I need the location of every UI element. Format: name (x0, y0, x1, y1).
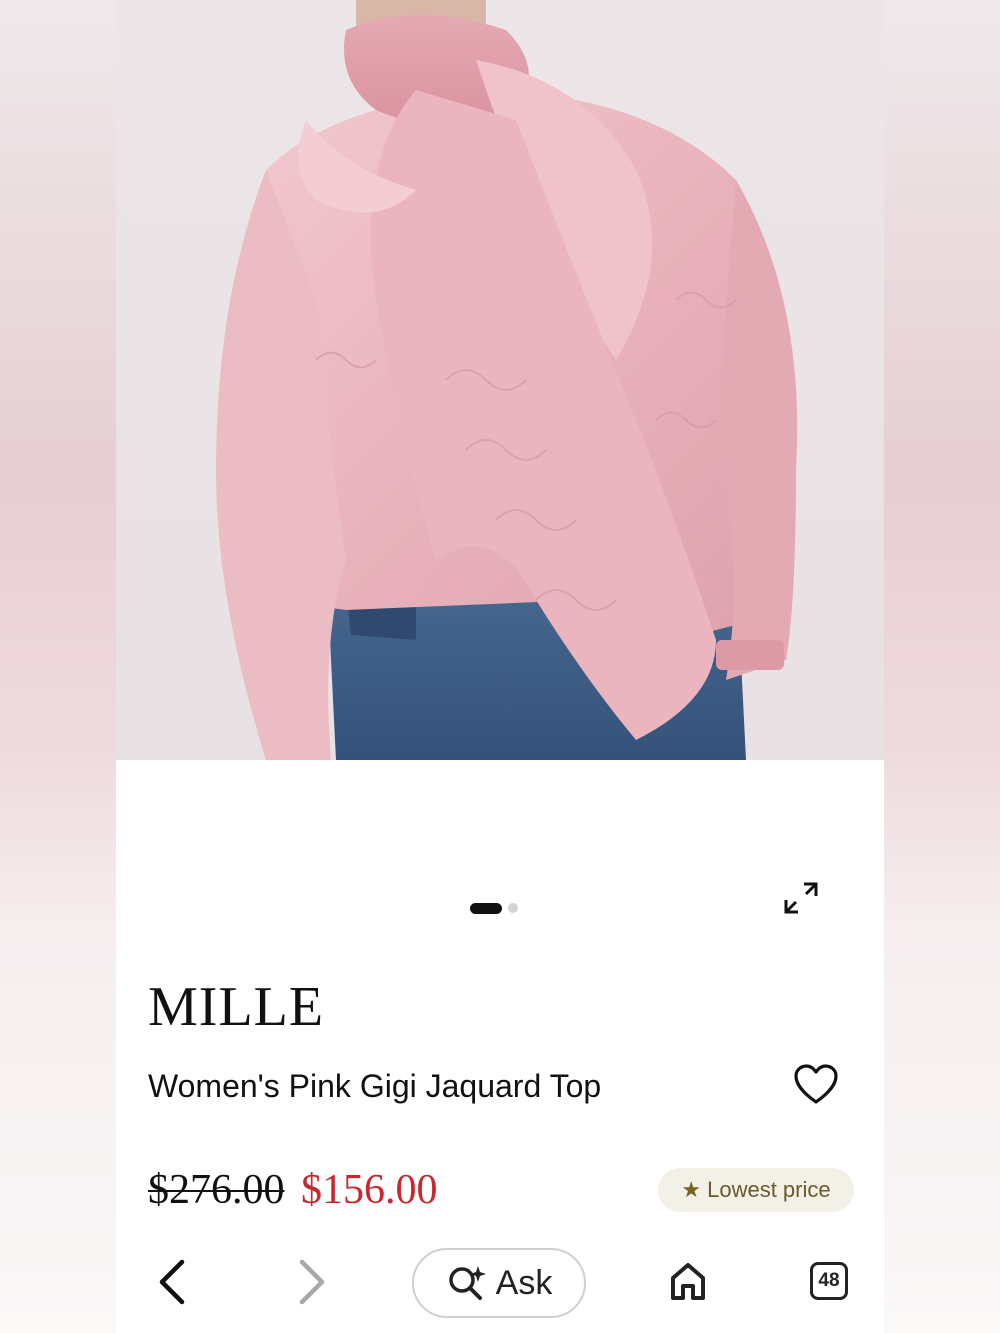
carousel-indicator[interactable] (470, 902, 518, 914)
home-icon (671, 1263, 705, 1300)
forward-button[interactable] (292, 1256, 332, 1308)
price-row: $276.00 $156.00 (148, 1166, 438, 1214)
ask-label: Ask (495, 1263, 553, 1302)
back-button[interactable] (152, 1256, 192, 1308)
expand-icon (784, 882, 818, 914)
chevron-right-icon (299, 1259, 325, 1305)
chevron-left-icon (159, 1259, 185, 1305)
product-title: Women's Pink Gigi Jaquard Top (148, 1068, 602, 1104)
blouse-illustration (216, 0, 798, 760)
tab-count: 48 (818, 1270, 840, 1291)
favorite-button[interactable] (792, 1062, 840, 1108)
browser-toolbar: Ask 48 (116, 1236, 884, 1333)
home-button[interactable] (668, 1260, 708, 1304)
ask-button[interactable]: Ask (412, 1248, 586, 1318)
heart-icon (794, 1064, 838, 1104)
search-sparkle-icon (448, 1266, 486, 1300)
star-icon: ★ (681, 1177, 702, 1202)
carousel-dot[interactable] (508, 903, 518, 913)
expand-image-button[interactable] (776, 872, 826, 922)
lowest-price-badge: ★ Lowest price (658, 1168, 854, 1212)
original-price: $276.00 (148, 1167, 285, 1213)
product-image[interactable] (116, 0, 884, 760)
product-screen: MILLE Women's Pink Gigi Jaquard Top $276… (116, 0, 884, 1333)
carousel-dot-active[interactable] (470, 902, 502, 914)
badge-label: Lowest price (707, 1177, 831, 1202)
sale-price: $156.00 (301, 1167, 438, 1213)
tabs-button[interactable]: 48 (810, 1262, 848, 1300)
brand-name[interactable]: MILLE (148, 975, 324, 1039)
